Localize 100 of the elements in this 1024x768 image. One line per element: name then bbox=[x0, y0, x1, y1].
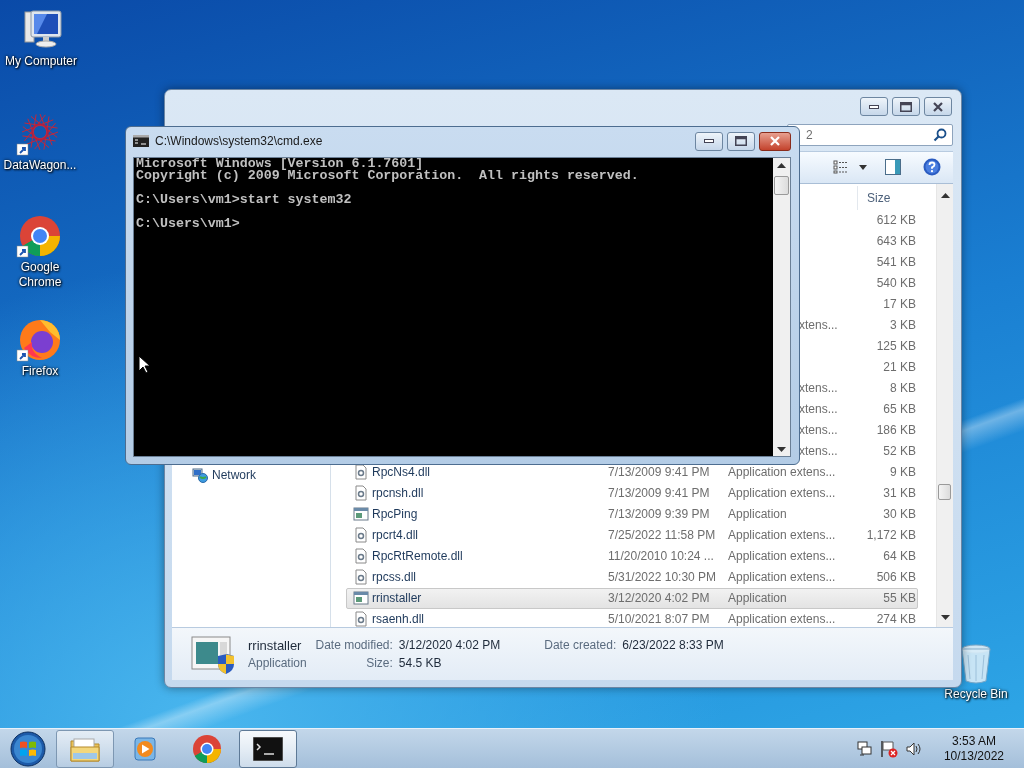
file-name: rrinstaller bbox=[248, 637, 302, 653]
file-date: 7/13/2009 9:41 PM bbox=[608, 465, 710, 480]
application-shield-icon bbox=[190, 633, 234, 674]
window-title: C:\Windows\system32\cmd.exe bbox=[155, 134, 324, 148]
file-type: xtens... bbox=[799, 381, 838, 396]
detail-label: Size: bbox=[365, 655, 393, 670]
application-window-icon bbox=[353, 506, 369, 523]
detail-value: 3/12/2020 4:02 PM bbox=[398, 638, 501, 653]
clock-time[interactable]: 3:53 AM bbox=[951, 733, 996, 749]
file-type: xtens... bbox=[799, 423, 838, 438]
file-date: 3/12/2020 4:02 PM bbox=[608, 591, 710, 606]
scroll-up-icon bbox=[940, 191, 950, 200]
document-gear-icon bbox=[353, 527, 369, 544]
file-row[interactable]: RpcPing 7/13/2009 9:39 PM Application 30 KB bbox=[346, 503, 918, 525]
search-icon bbox=[933, 128, 947, 143]
search-field[interactable]: 2 bbox=[787, 124, 953, 147]
taskbar-button[interactable] bbox=[239, 729, 297, 768]
maximize-button[interactable] bbox=[727, 131, 755, 151]
close-button[interactable] bbox=[924, 97, 952, 116]
scroll-down-icon bbox=[777, 445, 786, 453]
scrollbar-thumb[interactable] bbox=[774, 176, 789, 195]
minimize-button[interactable] bbox=[695, 131, 723, 151]
file-type: Application extens... bbox=[728, 486, 836, 501]
icon-label: Firefox bbox=[21, 364, 59, 379]
file-size: 540 KB bbox=[876, 276, 916, 291]
preview-pane-icon[interactable] bbox=[885, 159, 901, 176]
file-row[interactable]: rrinstaller 3/12/2020 4:02 PM Application 55 KB bbox=[346, 587, 918, 609]
flag-icon[interactable] bbox=[879, 739, 898, 758]
mouse-pointer-icon bbox=[138, 355, 150, 374]
detail-label: Date created: bbox=[543, 638, 617, 653]
file-name: rpcss.dll bbox=[372, 570, 416, 585]
icon-label: DataWagon... bbox=[3, 158, 77, 173]
file-size: 125 KB bbox=[876, 339, 916, 354]
icon-label: My Computer bbox=[5, 54, 77, 69]
file-row[interactable]: rpcss.dll 5/31/2022 10:30 PM Application extens... 506 KB bbox=[346, 566, 918, 588]
file-size: 3 KB bbox=[890, 318, 916, 333]
file-size: 8 KB bbox=[890, 381, 916, 396]
file-row[interactable]: rsaenh.dll 5/10/2021 8:07 PM Application extens... 274 KB bbox=[346, 608, 918, 627]
console-line: C:\Users\vm1>start system32 bbox=[136, 194, 353, 206]
browser-icon bbox=[192, 733, 222, 764]
document-gear-icon bbox=[353, 464, 369, 481]
file-type: Application bbox=[728, 507, 787, 522]
speaker-icon[interactable] bbox=[904, 740, 923, 757]
file-type: Application bbox=[728, 591, 787, 606]
file-date: 7/13/2009 9:39 PM bbox=[608, 507, 710, 522]
file-size: 52 KB bbox=[883, 444, 916, 459]
console-line: Copyright (c) 2009 Microsoft Corporation. All rights reserved. bbox=[136, 170, 640, 182]
file-type: Application bbox=[248, 655, 308, 670]
start-icon[interactable] bbox=[8, 729, 48, 768]
file-date: 5/10/2021 8:07 PM bbox=[608, 612, 710, 627]
detail-value: 6/23/2022 8:33 PM bbox=[622, 638, 724, 653]
maximize-button[interactable] bbox=[892, 97, 920, 116]
scrollbar-thumb[interactable] bbox=[938, 483, 951, 500]
file-name: RpcNs4.dll bbox=[372, 465, 431, 480]
file-row[interactable]: RpcNs4.dll 7/13/2009 9:41 PM Application extens... 9 KB bbox=[346, 461, 918, 483]
minimize-button[interactable] bbox=[860, 97, 888, 116]
document-gear-icon bbox=[353, 569, 369, 586]
file-name: rrinstaller bbox=[372, 591, 422, 606]
file-size: 21 KB bbox=[883, 360, 916, 375]
file-type: xtens... bbox=[799, 318, 838, 333]
nav-item[interactable]: Network bbox=[212, 467, 256, 482]
file-date: 7/13/2009 9:41 PM bbox=[608, 486, 710, 501]
file-size: 9 KB bbox=[890, 465, 916, 480]
icon-label: Google Chrome bbox=[17, 260, 63, 290]
file-size: 274 KB bbox=[876, 612, 916, 627]
console-line: C:\Users\vm1> bbox=[136, 218, 241, 230]
file-size: 541 KB bbox=[876, 255, 916, 270]
minimize-icon bbox=[704, 139, 714, 143]
file-size: 186 KB bbox=[876, 423, 916, 438]
file-date: 11/20/2010 10:24 ... bbox=[608, 549, 714, 564]
maximize-icon bbox=[735, 136, 747, 146]
file-type: xtens... bbox=[799, 444, 838, 459]
file-type: Application extens... bbox=[728, 549, 836, 564]
close-button[interactable] bbox=[759, 131, 791, 151]
file-row[interactable]: RpcRtRemote.dll 11/20/2010 10:24 ... Application extens... 64 KB bbox=[346, 545, 918, 567]
file-row[interactable]: rpcrt4.dll 7/25/2022 11:58 PM Application extens... 1,172 KB bbox=[346, 524, 918, 546]
file-size: 506 KB bbox=[876, 570, 916, 585]
caret-icon[interactable] bbox=[859, 164, 867, 170]
file-size: 31 KB bbox=[883, 486, 916, 501]
file-size: 65 KB bbox=[883, 402, 916, 417]
icon-label: Recycle Bin bbox=[944, 687, 1008, 702]
file-date: 5/31/2022 10:30 PM bbox=[608, 570, 717, 585]
file-date: 7/25/2022 11:58 PM bbox=[608, 528, 716, 543]
file-name: rpcrt4.dll bbox=[372, 528, 418, 543]
close-icon bbox=[770, 136, 780, 146]
file-size: 64 KB bbox=[883, 549, 916, 564]
file-type: Application extens... bbox=[728, 570, 836, 585]
detail-value: 54.5 KB bbox=[398, 655, 443, 670]
file-type: Application extens... bbox=[728, 465, 836, 480]
document-gear-icon bbox=[353, 485, 369, 502]
view-list-icon[interactable] bbox=[833, 160, 849, 175]
clock-date[interactable]: 10/13/2022 bbox=[943, 748, 1004, 764]
file-type: xtens... bbox=[799, 402, 838, 417]
network-icon[interactable] bbox=[856, 740, 873, 757]
help-icon[interactable] bbox=[923, 158, 941, 177]
maximize-icon bbox=[900, 101, 912, 112]
file-row[interactable]: rpcnsh.dll 7/13/2009 9:41 PM Application extens... 31 KB bbox=[346, 482, 918, 504]
file-size: 643 KB bbox=[876, 234, 916, 249]
terminal-icon bbox=[253, 736, 283, 761]
minimize-icon bbox=[869, 104, 879, 109]
